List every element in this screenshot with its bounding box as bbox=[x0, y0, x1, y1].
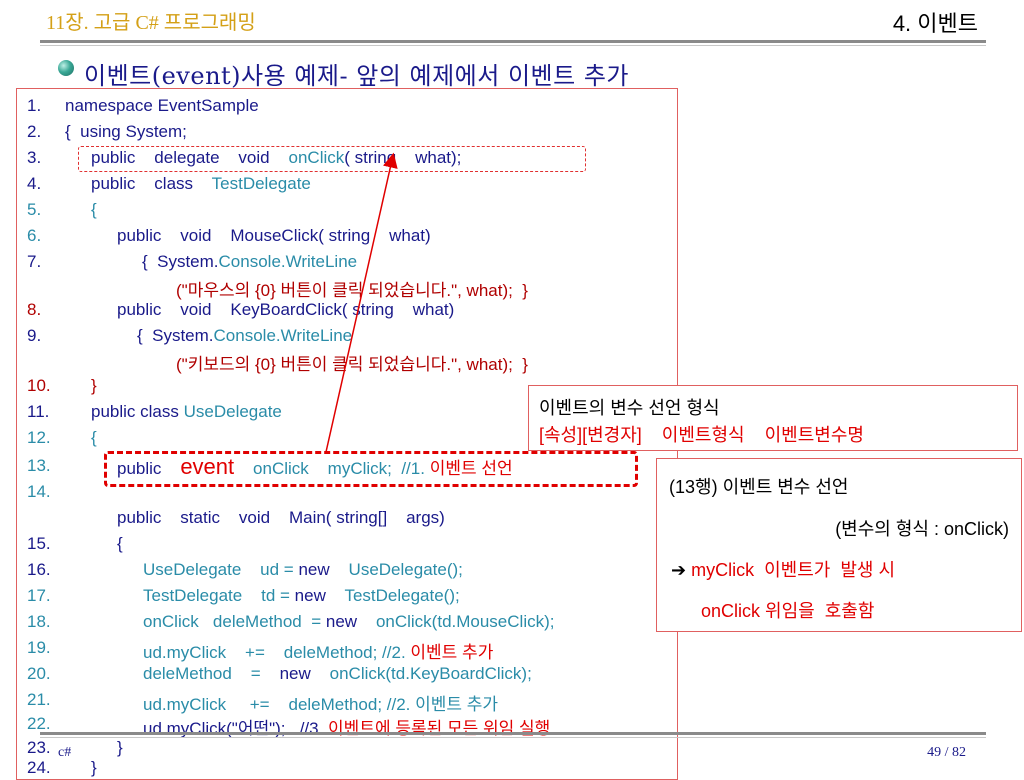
format-callout: 이벤트의 변수 선언 형식 [속성][변경자] 이벤트형식 이벤트변수명 bbox=[528, 385, 1018, 451]
page-number: 49 / 82 bbox=[927, 745, 966, 760]
explanation-line-4: onClick 위임을 호출함 bbox=[701, 601, 875, 621]
bottom-divider bbox=[40, 732, 986, 735]
explanation-line-1: (13행) 이벤트 변수 선언 bbox=[669, 477, 849, 497]
bottom-divider-thin bbox=[40, 737, 986, 738]
format-callout-title: 이벤트의 변수 선언 형식 bbox=[539, 398, 720, 418]
footer-label: c# bbox=[58, 745, 72, 760]
explanation-callout: (13행) 이벤트 변수 선언 (변수의 형식 : onClick) ➔ myC… bbox=[656, 458, 1022, 632]
explanation-line-2: (변수의 형식 : onClick) bbox=[835, 519, 1009, 539]
connector-arrow bbox=[325, 152, 398, 453]
explanation-line-3: ➔ myClick 이벤트가 발생 시 bbox=[671, 560, 896, 580]
right-arrow-icon: ➔ bbox=[671, 560, 687, 580]
format-callout-syntax: [속성][변경자] 이벤트형식 이벤트변수명 bbox=[539, 425, 864, 445]
